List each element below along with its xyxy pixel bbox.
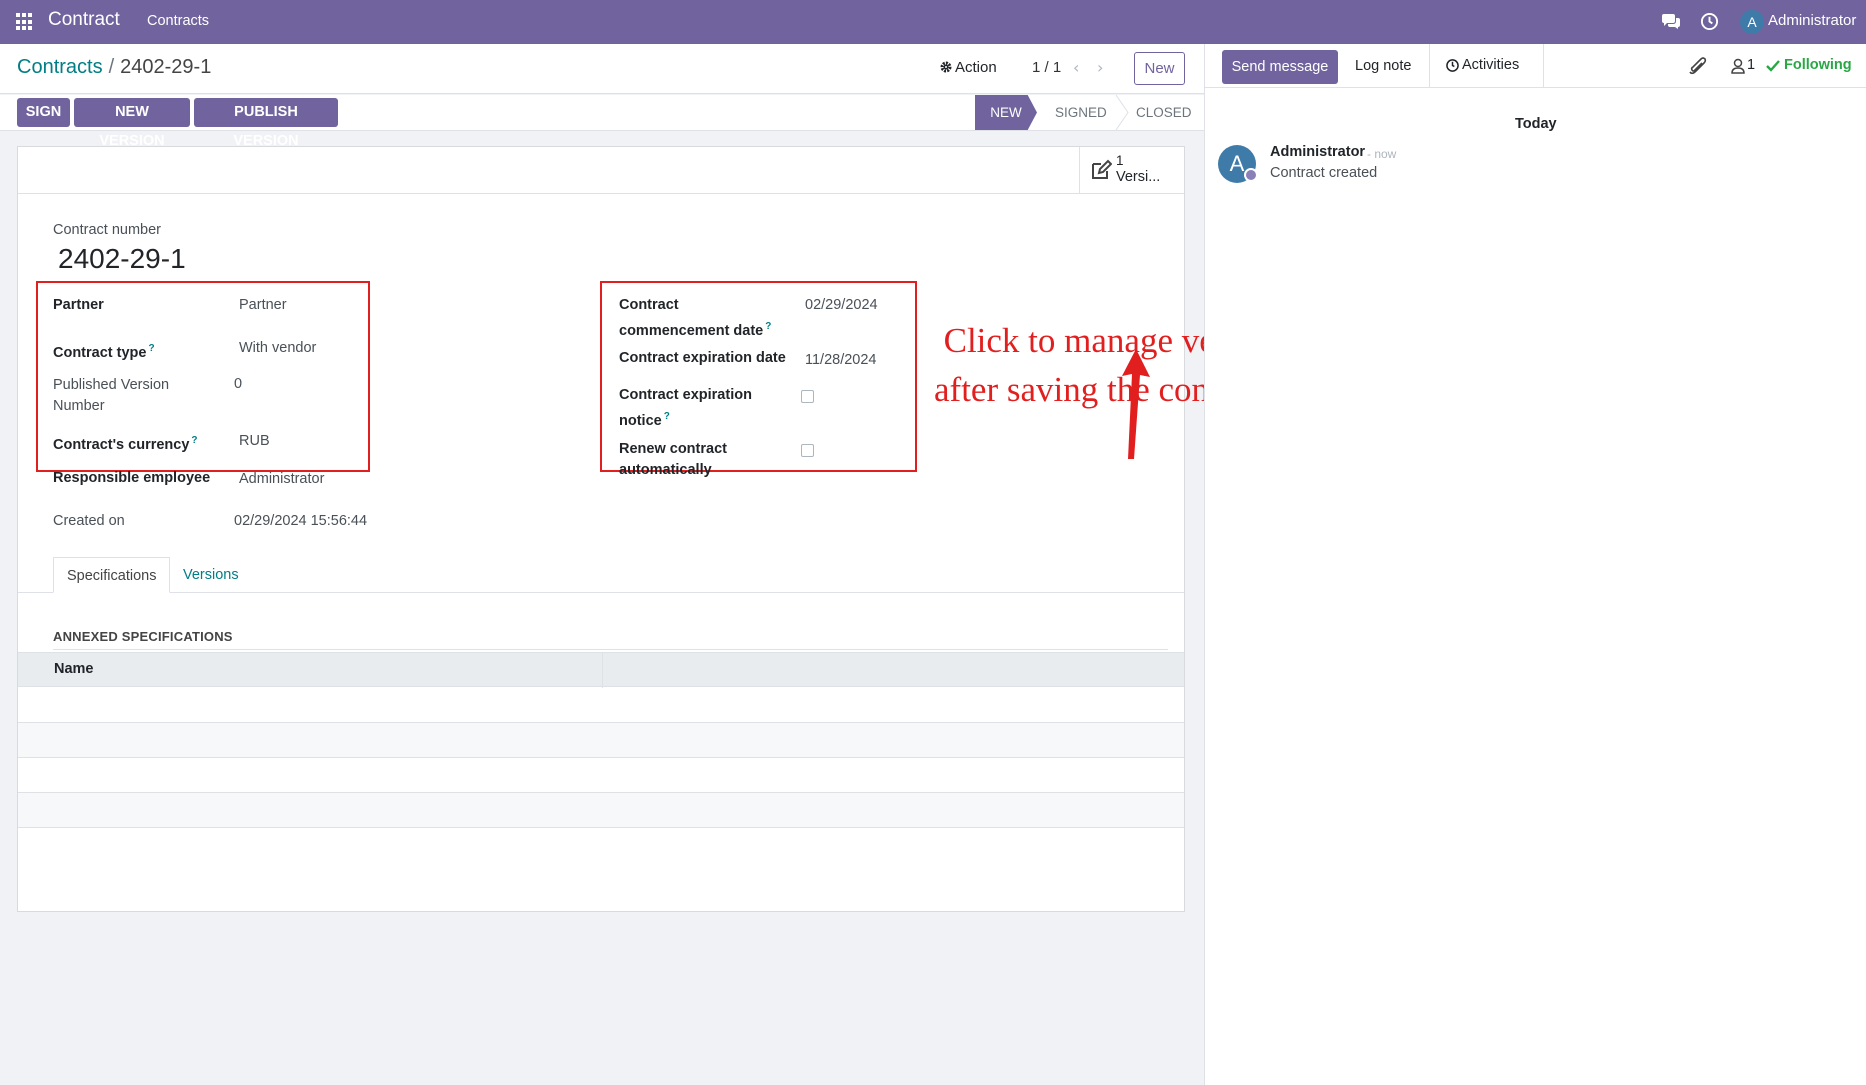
- user-name[interactable]: Administrator: [1768, 12, 1856, 29]
- contract-number-field[interactable]: 2402-29-1: [58, 243, 186, 275]
- message-author[interactable]: Administrator: [1270, 144, 1365, 160]
- section-divider: [53, 649, 1168, 650]
- followers-count[interactable]: 1: [1747, 57, 1755, 73]
- user-avatar[interactable]: A: [1740, 10, 1764, 34]
- expiration-date-field[interactable]: 11/28/2024: [805, 352, 877, 368]
- new-version-button[interactable]: NEW VERSION: [74, 98, 190, 149]
- commencement-date-field[interactable]: 02/29/2024: [805, 297, 878, 313]
- publish-version-button[interactable]: PUBLISH VERSION: [194, 98, 338, 149]
- table-header: Name: [18, 652, 1184, 688]
- edit-icon: [1092, 159, 1112, 179]
- new-record-button[interactable]: New: [1134, 52, 1185, 85]
- control-panel: Contracts/2402-29-1 Action 1 / 1 ‹ › New: [0, 44, 1204, 94]
- renew-automatically-checkbox[interactable]: [801, 444, 814, 457]
- send-message-button[interactable]: Send message: [1222, 50, 1338, 84]
- paperclip-icon[interactable]: [1689, 56, 1707, 76]
- activities-button[interactable]: Activities: [1429, 44, 1544, 88]
- presence-indicator: [1244, 168, 1258, 182]
- breadcrumb-separator: /: [108, 56, 115, 78]
- notebook-tabs: Specifications Versions: [18, 557, 1184, 593]
- partner-label: Partner: [53, 297, 104, 313]
- versions-count: 1: [1116, 153, 1124, 168]
- column-divider: [602, 653, 603, 688]
- app-name[interactable]: Contract: [48, 9, 120, 31]
- tab-specifications[interactable]: Specifications: [53, 557, 171, 593]
- activity-clock-icon[interactable]: [1700, 12, 1719, 31]
- action-menu-button[interactable]: Action: [940, 59, 997, 76]
- expiration-notice-checkbox[interactable]: [801, 390, 814, 403]
- chatter-panel: Send message Log note Activities 1 Follo…: [1204, 44, 1866, 1085]
- log-note-button[interactable]: Log note: [1355, 58, 1411, 74]
- clock-icon: [1446, 59, 1459, 72]
- message-body: Contract created: [1270, 165, 1378, 181]
- breadcrumb-current: 2402-29-1: [120, 56, 212, 78]
- table-row[interactable]: [18, 758, 1184, 793]
- stage-new[interactable]: NEW: [975, 95, 1037, 130]
- breadcrumb-contracts[interactable]: Contracts: [17, 56, 103, 78]
- table-row[interactable]: [18, 793, 1184, 828]
- smart-button-bar: 1 Versi...: [18, 147, 1184, 194]
- contract-number-label: Contract number: [53, 222, 161, 238]
- contract-type-field[interactable]: With vendor: [239, 340, 316, 356]
- status-bar: SIGN NEW VERSION PUBLISH VERSION NEW SIG…: [0, 95, 1204, 149]
- partner-field[interactable]: Partner: [239, 297, 287, 313]
- pager-next-icon[interactable]: ›: [1097, 58, 1103, 77]
- section-title: ANNEXED SPECIFICATIONS: [53, 629, 233, 644]
- action-label: Action: [955, 59, 997, 76]
- form-sheet: 1 Versi... Contract number 2402-29-1 Par…: [17, 146, 1454, 912]
- followers-icon[interactable]: [1731, 58, 1745, 74]
- renew-automatically-label: Renew contract automatically: [619, 441, 727, 478]
- chatter-topbar: Send message Log note Activities 1 Follo…: [1205, 44, 1866, 88]
- menu-contracts[interactable]: Contracts: [147, 13, 209, 29]
- following-button[interactable]: Following: [1784, 57, 1852, 73]
- contract-type-label: Contract type?: [53, 343, 155, 361]
- tab-versions[interactable]: Versions: [170, 557, 252, 593]
- expiration-notice-label: Contract expiration notice?: [619, 387, 752, 429]
- currency-field[interactable]: RUB: [239, 433, 270, 449]
- breadcrumb: Contracts/2402-29-1: [17, 56, 211, 79]
- gear-icon: [940, 61, 952, 73]
- table-row[interactable]: [18, 723, 1184, 758]
- column-header-name[interactable]: Name: [54, 661, 94, 677]
- stage-separator-icon: [1115, 95, 1129, 130]
- message-time: - now: [1367, 147, 1397, 161]
- responsible-employee-label: Responsible employee: [53, 470, 211, 486]
- stage-closed[interactable]: CLOSED: [1136, 95, 1192, 130]
- currency-label: Contract's currency?: [53, 435, 198, 453]
- versions-label: Versi...: [1116, 169, 1161, 185]
- published-version-label: Published Version Number: [53, 377, 170, 414]
- check-icon: [1766, 60, 1780, 72]
- commencement-date-label: Contract commencement date?: [619, 297, 772, 339]
- pager-value[interactable]: 1 / 1: [1032, 59, 1061, 76]
- versions-smart-button[interactable]: 1 Versi...: [1079, 147, 1184, 194]
- chat-icon[interactable]: [1661, 13, 1681, 31]
- sign-button[interactable]: SIGN: [17, 98, 70, 127]
- date-separator: Today: [1515, 116, 1557, 132]
- expiration-date-label: Contract expiration date: [619, 350, 786, 366]
- top-navbar: Contract Contracts A Administrator: [0, 0, 1866, 44]
- created-on-field: 02/29/2024 15:56:44: [234, 513, 368, 529]
- responsible-employee-field[interactable]: Administrator: [239, 471, 324, 487]
- activities-label: Activities: [1462, 57, 1520, 73]
- stage-signed[interactable]: SIGNED: [1055, 95, 1107, 130]
- table-row[interactable]: [18, 688, 1184, 723]
- apps-menu-icon[interactable]: [16, 13, 34, 31]
- published-version-field: 0: [234, 376, 243, 392]
- pager-previous-icon[interactable]: ‹: [1073, 58, 1079, 77]
- created-on-label: Created on: [53, 513, 125, 529]
